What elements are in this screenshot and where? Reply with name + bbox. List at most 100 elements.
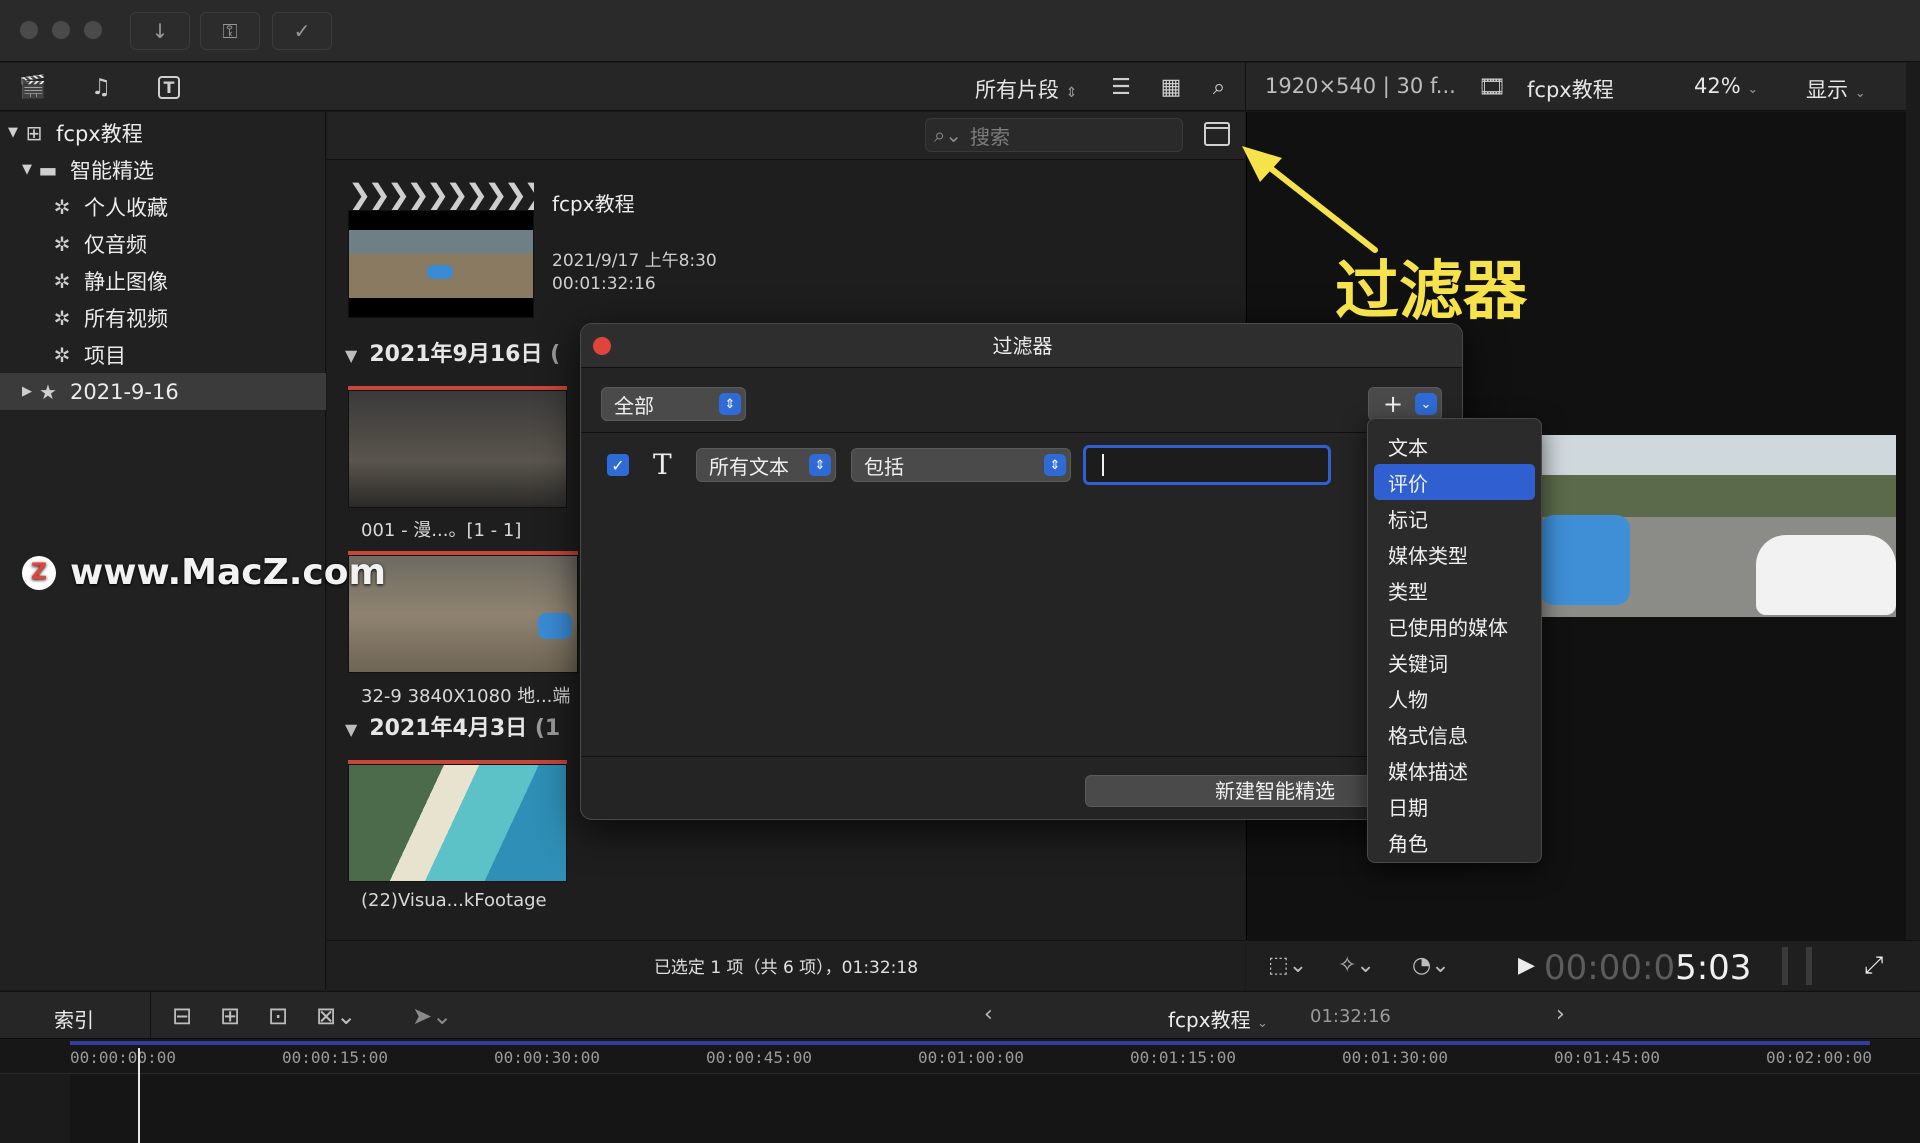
ruler-tick: 00:02:00:00 <box>1766 1048 1872 1067</box>
clapper-icon: 🎞 <box>1478 74 1506 100</box>
chevron-down-icon: ⌄ <box>1256 1016 1268 1031</box>
sidebar-item-favorites[interactable]: ✲ 个人收藏 <box>0 188 326 225</box>
disclosure-triangle-right-icon[interactable]: ▶ <box>20 384 34 399</box>
callout-label: 过滤器 <box>1335 255 1527 329</box>
search-icon: ⌕⌄ <box>934 123 962 147</box>
menu-item-media-description[interactable]: 媒体描述 <box>1374 752 1535 788</box>
close-window-button[interactable] <box>20 21 38 39</box>
project-thumbnail[interactable] <box>348 210 534 318</box>
back-chevron-icon[interactable]: ‹ <box>984 1002 993 1027</box>
playhead[interactable] <box>138 1048 140 1143</box>
car-shape <box>427 265 453 279</box>
filter-window-icon[interactable] <box>1204 122 1230 146</box>
menu-item-type[interactable]: 类型 <box>1374 572 1535 608</box>
clip-label: 001 - 漫...。[1 - 1] <box>361 520 522 541</box>
sidebar-event-row[interactable]: ▶ ★ 2021-9-16 <box>0 373 326 410</box>
disclosure-triangle-icon[interactable]: ▼ <box>20 162 34 177</box>
insert-clip-icon[interactable]: ⊞ <box>220 1002 240 1030</box>
sidebar-item-label: 个人收藏 <box>84 195 168 220</box>
clip-thumbnail <box>348 764 567 882</box>
dialog-title: 过滤器 <box>581 324 1462 368</box>
menu-item-keywords[interactable]: 关键词 <box>1374 644 1535 680</box>
sidebar-item-audio-only[interactable]: ✲ 仅音频 <box>0 225 326 262</box>
search-toggle-icon[interactable]: ⌕ <box>1202 71 1236 103</box>
ruler-tick: 00:01:30:00 <box>1342 1048 1448 1067</box>
menu-item-format-info[interactable]: 格式信息 <box>1374 716 1535 752</box>
clip-filter-label: 所有片段 <box>975 78 1059 102</box>
photos-audio-icon[interactable]: ♫ <box>84 71 118 103</box>
clip-22-visual[interactable] <box>348 760 567 882</box>
date-group-header[interactable]: ▼ 2021年9月16日 ( <box>345 336 560 368</box>
menu-item-text[interactable]: 文本 <box>1374 428 1535 464</box>
play-icon[interactable]: ▶ <box>1518 953 1535 978</box>
match-mode-popup[interactable]: 全部 ⇕ <box>601 387 746 421</box>
divider <box>581 756 1462 757</box>
libraries-sidebar: ▼ ⊞ fcpx教程 ▼ ▬ 智能精选 ✲ 个人收藏 ✲ 仅音频 ✲ 静止图像 ✲ 所有… <box>0 112 326 990</box>
clip-filter-menu[interactable]: 所有片段 ⇕ <box>975 74 1077 104</box>
background-tasks-button[interactable]: ✓ <box>272 12 332 50</box>
display-menu[interactable]: 显示 ⌄ <box>1806 74 1866 104</box>
rule-operator-popup[interactable]: 包括 ⇕ <box>851 448 1071 482</box>
group-date: 2021年4月3日 <box>369 716 528 741</box>
keyword-button[interactable]: ⚿ <box>200 12 260 50</box>
sidebar-smart-folder-row[interactable]: ▼ ▬ 智能精选 <box>0 151 326 188</box>
zoom-menu[interactable]: 42% ⌄ <box>1694 74 1758 98</box>
select-tool-icon[interactable]: ➤⌄ <box>412 1002 452 1030</box>
clip-001[interactable] <box>348 386 567 508</box>
divider <box>150 992 151 1040</box>
forward-chevron-icon[interactable]: › <box>1556 1002 1565 1027</box>
event-star-icon: ★ <box>39 379 57 404</box>
timeline-project-menu[interactable]: fcpx教程 ⌄ <box>1168 1004 1268 1033</box>
menu-item-rating[interactable]: 评价 <box>1374 464 1535 500</box>
rule-text-input[interactable] <box>1083 445 1331 485</box>
rule-enabled-checkbox[interactable]: ✓ <box>607 454 629 476</box>
updown-chevron-icon: ⇕ <box>1044 454 1066 476</box>
search-input[interactable]: ⌕⌄ 搜索 <box>925 118 1183 152</box>
speed-gauge-icon[interactable]: ◔⌄ <box>1412 953 1450 978</box>
timeline-ruler[interactable]: 00:00:00:00 00:00:15:00 00:00:30:00 00:0… <box>0 1040 1920 1074</box>
disclosure-triangle-icon[interactable]: ▼ <box>345 720 357 739</box>
minimize-window-button[interactable] <box>52 21 70 39</box>
chevron-down-icon: ⌄ <box>1415 393 1437 415</box>
fullscreen-icon[interactable]: ⤢ <box>1864 951 1883 979</box>
connect-clip-icon[interactable]: ⊟ <box>172 1002 192 1030</box>
zoom-window-button[interactable] <box>84 21 102 39</box>
sidebar-item-projects[interactable]: ✲ 项目 <box>0 336 326 373</box>
sidebar-item-all-video[interactable]: ✲ 所有视频 <box>0 299 326 336</box>
append-clip-icon[interactable]: ⊡ <box>268 1002 288 1030</box>
audio-meter <box>1782 947 1812 985</box>
menu-item-media-type[interactable]: 媒体类型 <box>1374 536 1535 572</box>
list-view-icon[interactable]: ☰ <box>1104 71 1138 103</box>
transform-icon[interactable]: ⬚⌄ <box>1268 953 1307 978</box>
libraries-icon[interactable]: 🎬 <box>16 71 50 103</box>
rule-field-popup[interactable]: 所有文本 ⇕ <box>696 448 836 482</box>
menu-item-people[interactable]: 人物 <box>1374 680 1535 716</box>
sidebar-item-stills[interactable]: ✲ 静止图像 <box>0 262 326 299</box>
menu-item-markers[interactable]: 标记 <box>1374 500 1535 536</box>
updown-chevron-icon: ⇕ <box>809 454 831 476</box>
timeline-area[interactable] <box>0 1074 1920 1143</box>
add-rule-popup[interactable]: + ⌄ <box>1368 387 1442 421</box>
overwrite-clip-icon[interactable]: ⊠⌄ <box>316 1002 356 1030</box>
disclosure-triangle-icon[interactable]: ▼ <box>345 346 357 365</box>
group-date: 2021年9月16日 <box>369 342 543 367</box>
menu-item-date[interactable]: 日期 <box>1374 788 1535 824</box>
match-mode-value: 全部 <box>614 393 654 418</box>
event-name: 2021-9-16 <box>70 379 179 404</box>
titles-generators-icon[interactable]: T <box>152 71 186 103</box>
timecode-display[interactable]: 00:00:05:03 <box>1544 948 1751 988</box>
dialog-close-button[interactable] <box>593 337 611 355</box>
magic-wand-icon[interactable]: ✧⌄ <box>1338 953 1375 978</box>
add-rule-menu: 文本 评价 标记 媒体类型 类型 已使用的媒体 关键词 人物 格式信息 媒体描述… <box>1367 418 1542 863</box>
menu-item-roles[interactable]: 角色 <box>1374 824 1535 860</box>
filmstrip-view-icon[interactable]: ▦ <box>1154 71 1188 103</box>
date-group-header[interactable]: ▼ 2021年4月3日 (1 <box>345 710 560 742</box>
timeline-duration: 01:32:16 <box>1310 1006 1391 1027</box>
index-tab[interactable]: 索引 <box>54 1004 94 1033</box>
car-shape <box>1756 535 1896 615</box>
import-button[interactable]: ↓ <box>130 12 190 50</box>
clip-label: (22)Visua...kFootage <box>361 890 547 911</box>
sidebar-library-row[interactable]: ▼ ⊞ fcpx教程 <box>0 114 326 151</box>
disclosure-triangle-icon[interactable]: ▼ <box>6 125 20 140</box>
menu-item-used-media[interactable]: 已使用的媒体 <box>1374 608 1535 644</box>
